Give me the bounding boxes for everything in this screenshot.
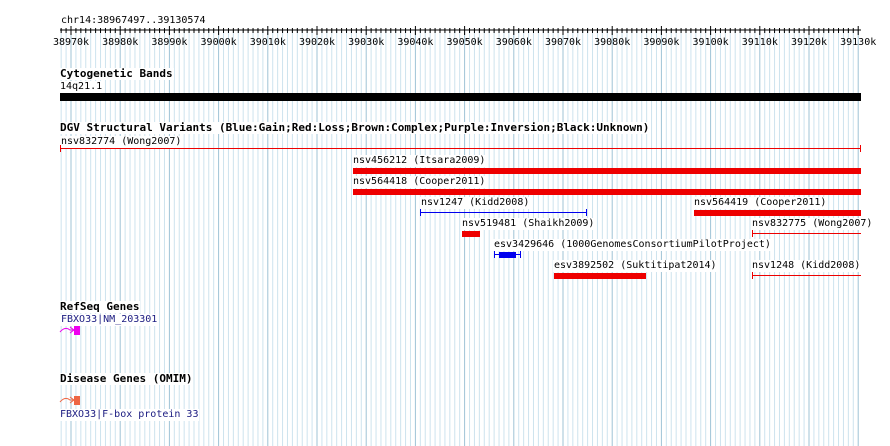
refseq-gene-bar[interactable] [74, 326, 80, 335]
ruler-tick-label: 39040k [397, 37, 433, 48]
coordinate-ruler[interactable]: 38970k 38980k 38990k 39000k 39010k 39020k 3903… [0, 0, 890, 50]
variant-label: esv3429646 (1000GenomesConsortiumPilotPr… [493, 239, 772, 251]
variant-line[interactable] [752, 233, 861, 234]
variant-end-tick [520, 251, 521, 258]
ruler-tick-label: 38990k [151, 37, 187, 48]
dgv-track-title: DGV Structural Variants (Blue:Gain;Red:L… [59, 121, 651, 134]
variant-line[interactable] [421, 212, 587, 213]
variant-label: nsv564418 (Cooper2011) [352, 176, 487, 188]
cytoband-label: 14q21.1 [59, 81, 104, 93]
variant-bar[interactable] [554, 273, 646, 279]
variant-bar[interactable] [499, 252, 516, 258]
variant-end-tick [752, 272, 753, 279]
ruler-tick-label: 39000k [201, 37, 237, 48]
ruler-tick-label: 39080k [594, 37, 630, 48]
omim-gene-label: FBXO33|F-box protein 33 [59, 409, 200, 421]
variant-label: nsv456212 (Itsara2009) [352, 155, 487, 167]
variant-end-tick [752, 230, 753, 237]
ruler-tick-label: 39120k [791, 37, 827, 48]
ruler-tick-label: 39050k [447, 37, 483, 48]
refseq-track-title: RefSeq Genes [59, 300, 141, 313]
variant-label: nsv832774 (Wong2007) [60, 136, 183, 148]
variant-line[interactable] [752, 275, 861, 276]
cytoband-bar[interactable] [60, 93, 861, 101]
ruler-tick-label: 39010k [250, 37, 286, 48]
ruler-tick-label: 39110k [742, 37, 778, 48]
ruler-tick-label: 39020k [299, 37, 335, 48]
variant-label: esv3892502 (Suktitipat2014) [553, 260, 718, 272]
variant-end-tick [60, 145, 61, 152]
ruler-tick-label: 38970k [53, 37, 89, 48]
variant-end-tick [586, 209, 587, 216]
ruler-tick-label: 39130k [840, 37, 876, 48]
ruler-tick-label: 39100k [693, 37, 729, 48]
variant-bar[interactable] [353, 189, 861, 195]
variant-bar[interactable] [694, 210, 861, 216]
variant-label: nsv1247 (Kidd2008) [420, 197, 531, 209]
ruler-tick-label: 39030k [348, 37, 384, 48]
omim-gene-bar[interactable] [74, 396, 80, 405]
ruler-tick-label: 38980k [102, 37, 138, 48]
variant-end-tick [860, 145, 861, 152]
variant-bar[interactable] [462, 231, 480, 237]
omim-track-title: Disease Genes (OMIM) [59, 372, 194, 385]
ruler-tick-label: 39060k [496, 37, 532, 48]
variant-label: nsv1248 (Kidd2008) [751, 260, 862, 272]
variant-label: nsv519481 (Shaikh2009) [461, 218, 596, 230]
variant-line[interactable] [60, 148, 861, 149]
variant-bar[interactable] [353, 168, 861, 174]
variant-label: nsv832775 (Wong2007) [751, 218, 874, 230]
ruler-tick-label: 39070k [545, 37, 581, 48]
variant-label: nsv564419 (Cooper2011) [693, 197, 828, 209]
cytoband-track-title: Cytogenetic Bands [59, 67, 174, 80]
variant-end-tick [420, 209, 421, 216]
ruler-tick-label: 39090k [643, 37, 679, 48]
variant-end-tick [494, 251, 495, 258]
